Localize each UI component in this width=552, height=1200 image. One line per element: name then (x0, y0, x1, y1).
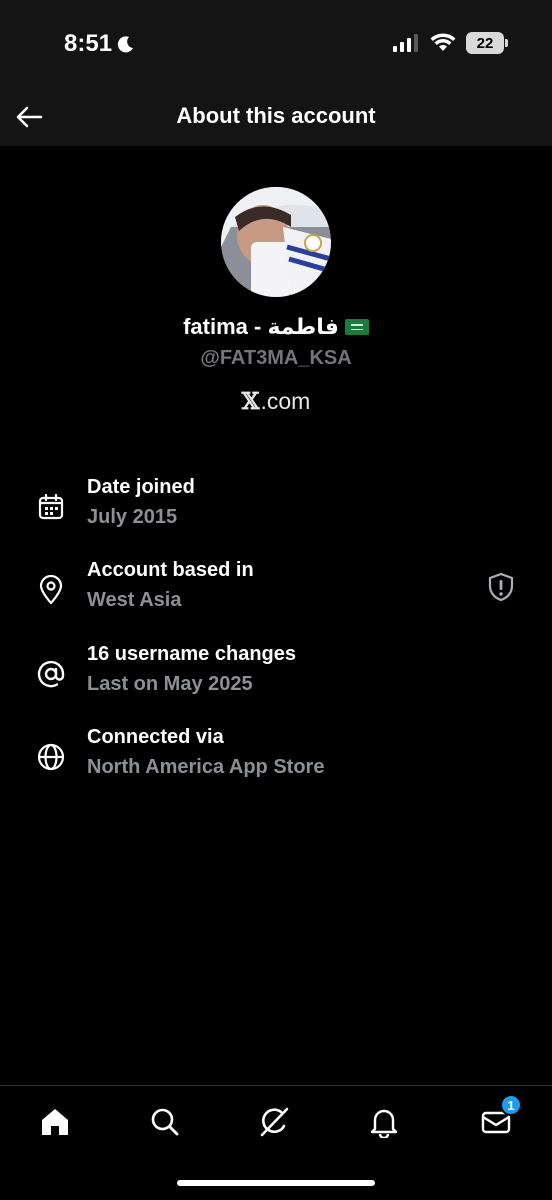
info-subtitle: West Asia (87, 589, 182, 611)
at-sign-icon (34, 657, 68, 691)
globe-icon (34, 740, 68, 774)
info-row-date-joined: Date joined July 2015 (0, 476, 552, 536)
info-subtitle: North America App Store (87, 756, 325, 778)
info-title: Account based in (87, 559, 254, 581)
user-handle: @FAT3MA_KSA (200, 347, 352, 369)
bell-icon (370, 1109, 398, 1138)
home-icon (42, 1109, 68, 1135)
info-row-username-changes: 16 username changes Last on May 2025 (0, 643, 552, 703)
moon-icon (117, 36, 134, 53)
wifi-icon (430, 33, 456, 51)
status-indicators: 22 (392, 32, 508, 54)
avatar (221, 187, 331, 297)
grok-icon (260, 1107, 289, 1137)
info-subtitle: Last on May 2025 (87, 673, 253, 695)
home-indicator (177, 1180, 375, 1186)
tab-search[interactable] (145, 1102, 185, 1142)
tab-grok[interactable] (254, 1102, 294, 1142)
info-title: Date joined (87, 476, 195, 498)
display-name: fatima - فاطمة (0, 314, 552, 340)
battery-level: 22 (476, 34, 494, 52)
saudi-flag-icon (344, 319, 369, 335)
site-domain-text: .com (260, 388, 311, 414)
x-logo-text: 𝕏 (241, 388, 260, 415)
status-time: 8:51 (64, 30, 136, 58)
shield-icon[interactable] (486, 571, 516, 603)
tab-notifications[interactable] (364, 1102, 404, 1142)
nav-header: About this account (0, 88, 552, 146)
clock-text: 8:51 (64, 30, 113, 57)
status-bar: 8:51 22 (0, 0, 552, 88)
messages-badge: 1 (500, 1094, 522, 1116)
battery-indicator: 22 (466, 32, 508, 54)
tab-home[interactable] (35, 1102, 75, 1142)
calendar-icon (34, 490, 68, 524)
tab-messages[interactable]: 1 (476, 1094, 522, 1142)
info-row-account-based-in: Account based in West Asia (0, 559, 552, 619)
info-title: Connected via (87, 726, 224, 748)
info-subtitle: July 2015 (87, 506, 178, 528)
search-icon (151, 1108, 179, 1136)
location-pin-icon (34, 573, 68, 607)
info-title: 16 username changes (87, 643, 296, 665)
display-name-text: fatima - فاطمة (183, 314, 339, 339)
signal-icon (393, 34, 418, 52)
site-link: 𝕏 .com (0, 388, 552, 415)
info-row-connected-via: Connected via North America App Store (0, 726, 552, 786)
page-title: About this account (176, 103, 376, 128)
